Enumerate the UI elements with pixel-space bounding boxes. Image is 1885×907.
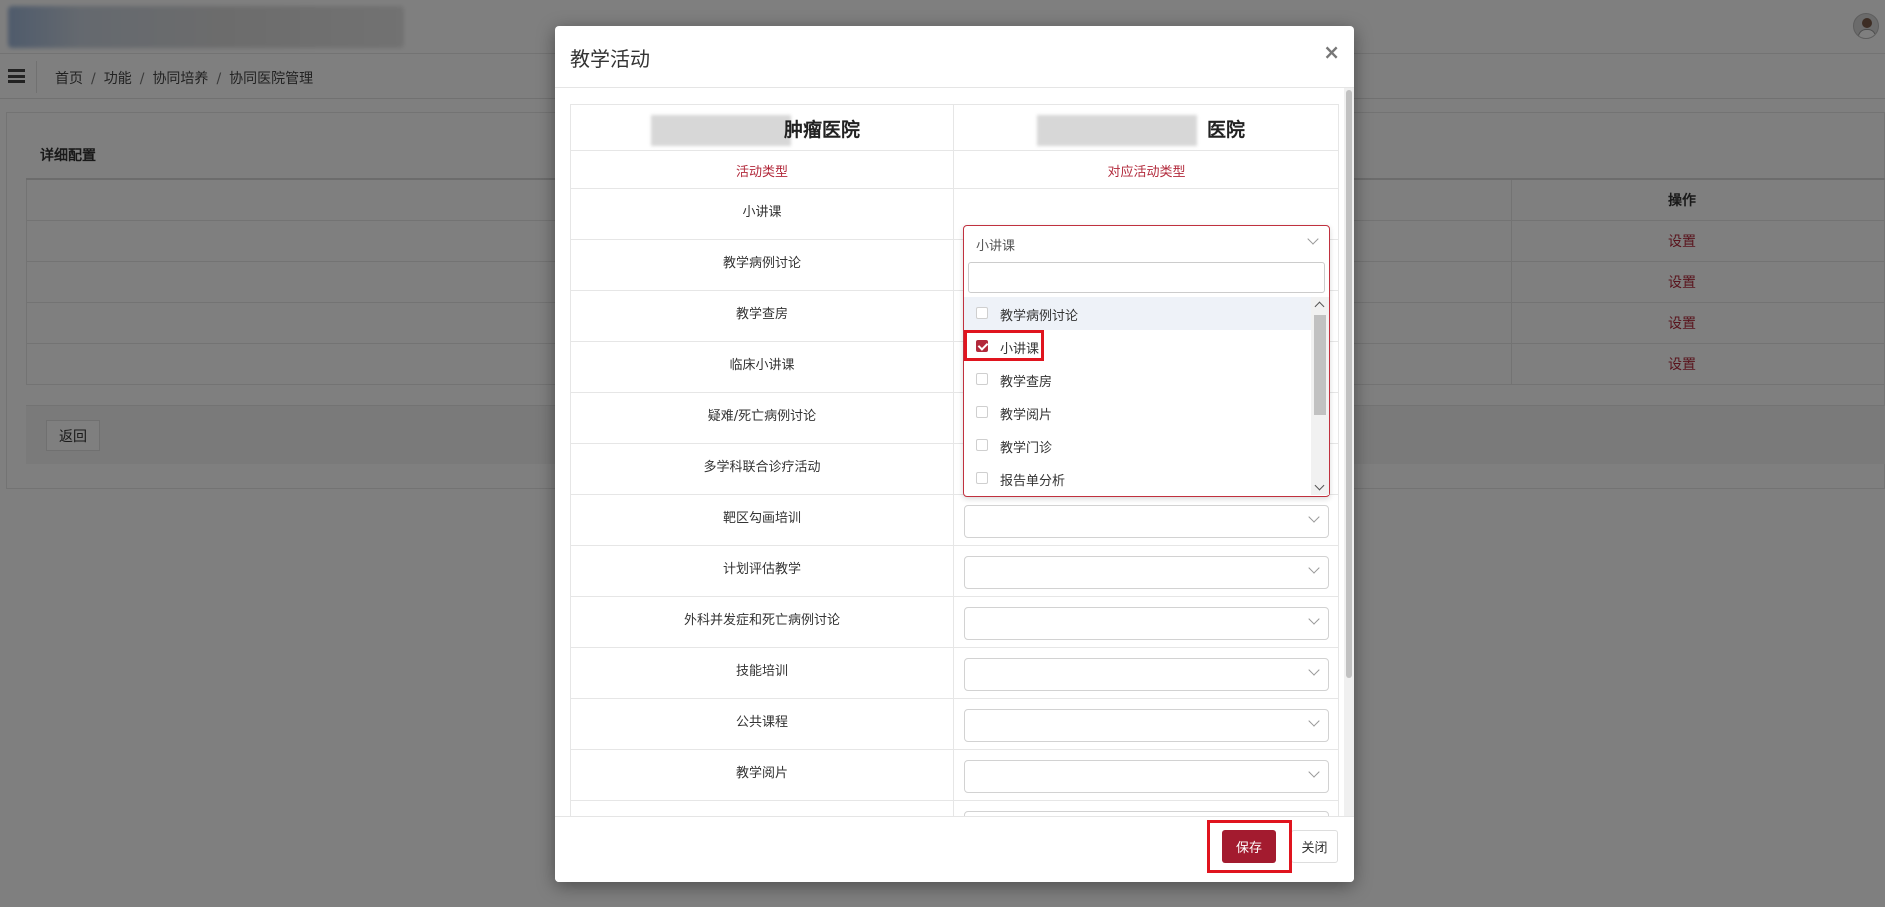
modal-scrollbar[interactable] xyxy=(1344,88,1354,816)
activity-name: 技能培训 xyxy=(735,664,788,679)
left-hospital-name: 肿瘤医院 xyxy=(784,119,861,141)
activity-row: 计划评估教学 xyxy=(570,546,1339,597)
activity-row: 技能培训 xyxy=(570,648,1339,699)
mapped-type-header: 对应活动类型 xyxy=(1107,165,1186,180)
option-label: 教学病例讨论 xyxy=(1000,309,1079,324)
dropdown-option[interactable]: 教学查房 xyxy=(964,363,1311,396)
activity-row: 公共课程 xyxy=(570,699,1339,750)
selected-value: 小讲课 xyxy=(976,239,1016,254)
activity-row xyxy=(570,801,1339,816)
activity-row: 靶区勾画培训 xyxy=(570,495,1339,546)
activity-name: 计划评估教学 xyxy=(722,562,801,577)
scroll-down-icon[interactable] xyxy=(1314,480,1325,491)
dropdown-option[interactable]: 教学门诊 xyxy=(964,429,1311,462)
activity-select[interactable] xyxy=(964,658,1329,691)
chevron-down-icon xyxy=(1308,511,1320,523)
activity-row: 外科并发症和死亡病例讨论 xyxy=(570,597,1339,648)
option-label: 教学阅片 xyxy=(1000,408,1053,423)
option-label: 报告单分析 xyxy=(1000,474,1066,489)
activity-name: 教学阅片 xyxy=(735,766,788,781)
chevron-down-icon xyxy=(1308,715,1320,727)
activity-multiselect-open[interactable]: 小讲课 教学病例讨论 小讲课 教学查房 教学阅片 教学门诊 报告单分析 xyxy=(963,225,1330,497)
modal-body: 肿瘤医院 医院 活动类型 对应活动类型 小讲课 教学病例讨论 教学查房 临床小讲… xyxy=(555,89,1354,816)
checkbox-icon[interactable] xyxy=(976,406,988,418)
type-header-row: 活动类型 对应活动类型 xyxy=(570,151,1339,189)
teaching-activity-modal: 教学活动 × 肿瘤医院 医院 活动类型 对应活动类型 小讲课 教学病例讨论 教学… xyxy=(555,26,1354,882)
option-label: 教学查房 xyxy=(1000,375,1053,390)
activity-select[interactable] xyxy=(964,760,1329,793)
activity-type-header: 活动类型 xyxy=(735,165,788,180)
checkbox-icon[interactable] xyxy=(976,472,988,484)
dropdown-option[interactable]: 报告单分析 xyxy=(964,462,1311,495)
scroll-thumb[interactable] xyxy=(1314,315,1326,415)
modal-header: 教学活动 × xyxy=(555,26,1354,88)
chevron-down-icon xyxy=(1308,562,1320,574)
chevron-down-icon xyxy=(1308,766,1320,778)
dropdown-scrollbar[interactable] xyxy=(1311,297,1329,495)
chevron-down-icon xyxy=(1308,664,1320,676)
checkbox-icon[interactable] xyxy=(976,439,988,451)
hospital-header-row: 肿瘤医院 医院 xyxy=(570,104,1339,151)
activity-name: 多学科联合诊疗活动 xyxy=(703,460,821,475)
activity-name: 靶区勾画培训 xyxy=(722,511,801,526)
close-button[interactable]: 关闭 xyxy=(1291,830,1338,863)
scroll-up-icon[interactable] xyxy=(1314,301,1325,312)
activity-name: 教学病例讨论 xyxy=(722,256,801,271)
activity-select[interactable] xyxy=(964,505,1329,538)
option-list: 教学病例讨论 小讲课 教学查房 教学阅片 教学门诊 报告单分析 xyxy=(964,297,1311,495)
checkbox-icon[interactable] xyxy=(976,307,988,319)
dropdown-option[interactable]: 教学阅片 xyxy=(964,396,1311,429)
activity-select[interactable] xyxy=(964,709,1329,742)
redacted-text xyxy=(651,115,791,146)
checkbox-icon[interactable] xyxy=(976,373,988,385)
activity-name: 公共课程 xyxy=(735,715,788,730)
redacted-text xyxy=(1037,115,1197,146)
activity-select[interactable] xyxy=(964,607,1329,640)
activity-name: 教学查房 xyxy=(735,307,788,322)
highlight-frame xyxy=(1207,820,1292,873)
scroll-thumb[interactable] xyxy=(1346,90,1352,678)
right-hospital-name: 医院 xyxy=(1207,119,1246,141)
close-icon[interactable]: × xyxy=(1323,40,1340,64)
modal-title: 教学活动 xyxy=(570,47,650,71)
modal-footer: 保存 关闭 xyxy=(555,816,1354,882)
dropdown-search-input[interactable] xyxy=(968,262,1325,293)
chevron-down-icon[interactable] xyxy=(1307,233,1319,245)
activity-row: 教学阅片 xyxy=(570,750,1339,801)
activity-name: 小讲课 xyxy=(742,205,782,220)
highlight-frame xyxy=(964,330,1044,361)
chevron-down-icon xyxy=(1308,613,1320,625)
activity-name: 临床小讲课 xyxy=(729,358,795,373)
activity-name: 外科并发症和死亡病例讨论 xyxy=(683,613,840,628)
option-label: 教学门诊 xyxy=(1000,441,1053,456)
dropdown-option[interactable]: 教学病例讨论 xyxy=(964,297,1311,330)
activity-name: 疑难/死亡病例讨论 xyxy=(707,409,817,424)
activity-select[interactable] xyxy=(964,556,1329,589)
